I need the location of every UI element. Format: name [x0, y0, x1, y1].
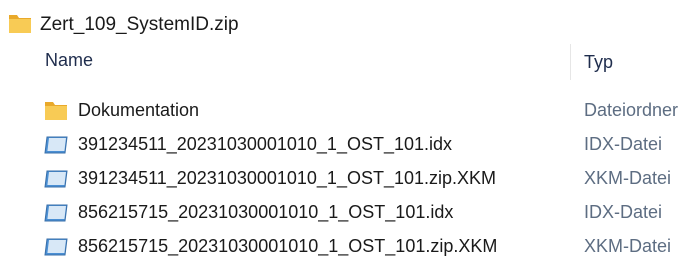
file-icon [44, 135, 70, 160]
file-name: 391234511_20231030001010_1_OST_101.zip.X… [78, 168, 497, 188]
file-name: Dokumentation [78, 100, 200, 120]
folder-title: Zert_109_SystemID.zip [40, 14, 239, 35]
file-icon [44, 169, 70, 194]
list-item-folder[interactable]: Dokumentation Dateiordner [0, 94, 696, 128]
file-type: XKM-Datei [584, 168, 672, 188]
list-item-file[interactable]: 391234511_20231030001010_1_OST_101.zip.X… [0, 162, 696, 196]
file-icon [44, 237, 70, 262]
address-bar: Zert_109_SystemID.zip [8, 8, 239, 42]
column-header-row: Name Typ [0, 44, 696, 80]
file-name: 391234511_20231030001010_1_OST_101.idx [78, 134, 453, 154]
file-icon [44, 203, 70, 228]
list-item-file[interactable]: 856215715_20231030001010_1_OST_101.idx I… [0, 196, 696, 230]
file-type: XKM-Datei [584, 236, 672, 256]
zip-folder-icon [8, 12, 32, 39]
file-name: 856215715_20231030001010_1_OST_101.zip.X… [78, 236, 498, 256]
list-item-file[interactable]: 856215715_20231030001010_1_OST_101.zip.X… [0, 230, 696, 264]
list-item-file[interactable]: 391234511_20231030001010_1_OST_101.idx I… [0, 128, 696, 162]
file-name: 856215715_20231030001010_1_OST_101.idx [78, 202, 454, 222]
folder-icon [44, 101, 68, 126]
column-header-name[interactable]: Name [45, 50, 93, 71]
file-type: IDX-Datei [584, 134, 663, 154]
file-type: IDX-Datei [584, 202, 663, 222]
column-header-type[interactable]: Typ [584, 52, 613, 73]
file-type: Dateiordner [584, 100, 679, 120]
column-divider[interactable] [570, 44, 571, 80]
